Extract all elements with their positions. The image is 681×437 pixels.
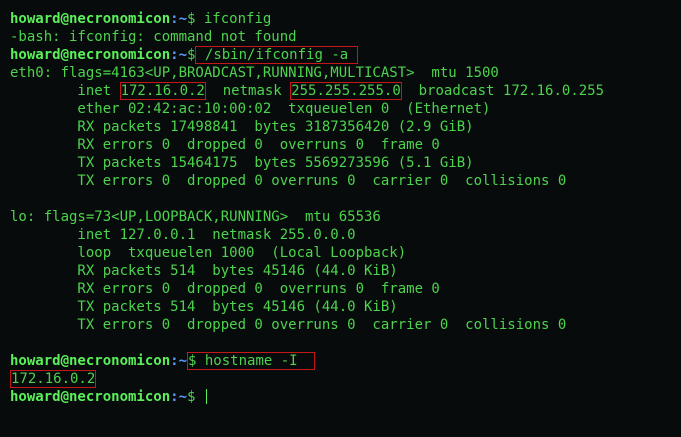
broadcast-text: broadcast 172.16.0.255 <box>401 83 605 99</box>
command-text: /sbin/ifconfig -a <box>204 47 349 63</box>
netmask-label: netmask <box>205 83 291 99</box>
prompt-symbol: $ <box>187 11 204 27</box>
lo-rx-packets-line: RX packets 514 bytes 45146 (44.0 KiB) <box>10 263 398 279</box>
command-text: hostname -I <box>204 353 298 369</box>
command-text: ifconfig <box>203 11 272 27</box>
active-prompt-line[interactable]: howard@necronomicon:~$ <box>10 388 681 406</box>
prompt-user-host: howard@necronomicon <box>10 11 171 27</box>
inet-label: inet <box>10 83 120 99</box>
hostname-output-line: 172.16.0.2 <box>10 370 681 388</box>
eth0-rx-errors-line: RX errors 0 dropped 0 overruns 0 frame 0 <box>10 137 440 153</box>
eth0-inet-line: inet 172.16.0.2 netmask 255.255.255.0 br… <box>10 82 681 100</box>
lo-flags-line: lo: flags=73<UP,LOOPBACK,RUNNING> mtu 65… <box>10 209 381 225</box>
highlighted-netmask: 255.255.255.0 <box>290 82 402 100</box>
prompt-user-host: howard@necronomicon <box>10 353 171 369</box>
eth0-tx-packets-line: TX packets 15464175 bytes 5569273596 (5.… <box>10 155 474 171</box>
prompt-path: :~ <box>170 353 188 369</box>
eth0-rx-packets-line: RX packets 17498841 bytes 3187356420 (2.… <box>10 119 474 135</box>
lo-tx-packets-line: TX packets 514 bytes 45146 (44.0 KiB) <box>10 299 398 315</box>
lo-inet-line: inet 127.0.0.1 netmask 255.0.0.0 <box>10 227 356 243</box>
command-line-ifconfig: howard@necronomicon:~$ ifconfig <box>10 10 681 28</box>
lo-rx-errors-line: RX errors 0 dropped 0 overruns 0 frame 0 <box>10 281 440 297</box>
text-cursor[interactable] <box>205 389 207 404</box>
prompt-path: :~ <box>170 47 188 63</box>
terminal-window[interactable]: howard@necronomicon:~$ ifconfig -bash: i… <box>0 0 681 437</box>
highlighted-command: $ hostname -I <box>187 352 316 370</box>
lo-loop-line: loop txqueuelen 1000 (Local Loopback) <box>10 245 407 261</box>
prompt-symbol: $ <box>187 389 204 405</box>
prompt-user-host: howard@necronomicon <box>10 389 171 405</box>
highlighted-command: /sbin/ifconfig -a <box>195 46 358 64</box>
prompt-path: :~ <box>170 11 188 27</box>
eth0-tx-errors-line: TX errors 0 dropped 0 overruns 0 carrier… <box>10 173 567 189</box>
error-output: -bash: ifconfig: command not found <box>10 29 297 45</box>
eth0-flags-line: eth0: flags=4163<UP,BROADCAST,RUNNING,MU… <box>10 65 499 81</box>
prompt-user-host: howard@necronomicon <box>10 47 171 63</box>
eth0-ether-line: ether 02:42:ac:10:00:02 txqueuelen 0 (Et… <box>10 101 491 117</box>
command-line-hostname: howard@necronomicon:~$ hostname -I <box>10 352 681 370</box>
command-line-sbin-ifconfig: howard@necronomicon:~$ /sbin/ifconfig -a <box>10 46 681 64</box>
lo-tx-errors-line: TX errors 0 dropped 0 overruns 0 carrier… <box>10 317 567 333</box>
prompt-path: :~ <box>170 389 188 405</box>
highlighted-hostname-ip: 172.16.0.2 <box>10 370 97 388</box>
highlighted-inet-ip: 172.16.0.2 <box>119 82 206 100</box>
